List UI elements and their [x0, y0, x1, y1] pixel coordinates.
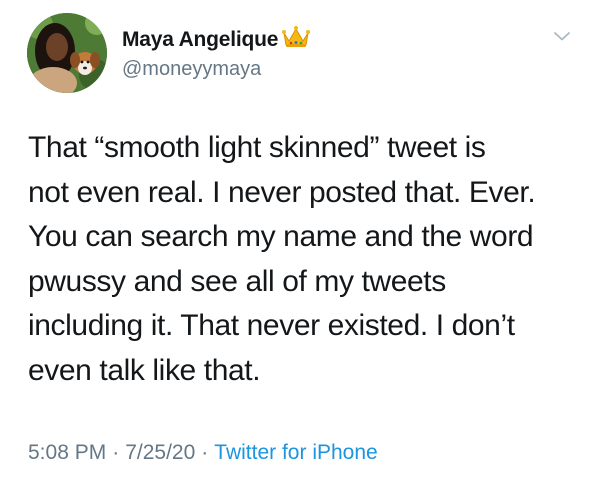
avatar[interactable] — [27, 13, 107, 93]
meta-separator: · — [201, 441, 209, 464]
crown-icon — [282, 26, 311, 47]
tweet-meta: 5:08 PM · 7/25/20 · Twitter for iPhone — [28, 441, 378, 465]
author-handle[interactable]: @moneyymaya — [122, 58, 261, 81]
tweet-text-line: You can search my name and the word — [28, 220, 534, 253]
tweet-text: That “smooth light skinned” tweet is not… — [28, 126, 583, 393]
author-name-row[interactable]: Maya Angelique — [122, 26, 311, 53]
tweet-text-line: not even real. I never posted that. Ever… — [28, 175, 536, 209]
tweet-text-line: That “smooth light skinned” tweet is — [28, 131, 486, 164]
meta-separator: · — [112, 441, 120, 464]
tweet-source-link[interactable]: Twitter for iPhone — [214, 441, 377, 465]
tweet-time[interactable]: 5:08 PM — [28, 441, 106, 465]
tweet-date[interactable]: 7/25/20 — [125, 441, 195, 465]
tweet-text-line: even talk like that. — [28, 353, 261, 387]
avatar-photo — [27, 13, 107, 93]
chevron-down-icon[interactable] — [553, 30, 571, 42]
tweet-text-line: including it. That never existed. I don’… — [28, 309, 515, 342]
author-display-name[interactable]: Maya Angelique — [122, 28, 278, 52]
tweet-text-line: pwussy and see all of my tweets — [28, 264, 446, 298]
tweet-card: Maya Angelique @moneyymaya That “smooth … — [0, 0, 595, 481]
